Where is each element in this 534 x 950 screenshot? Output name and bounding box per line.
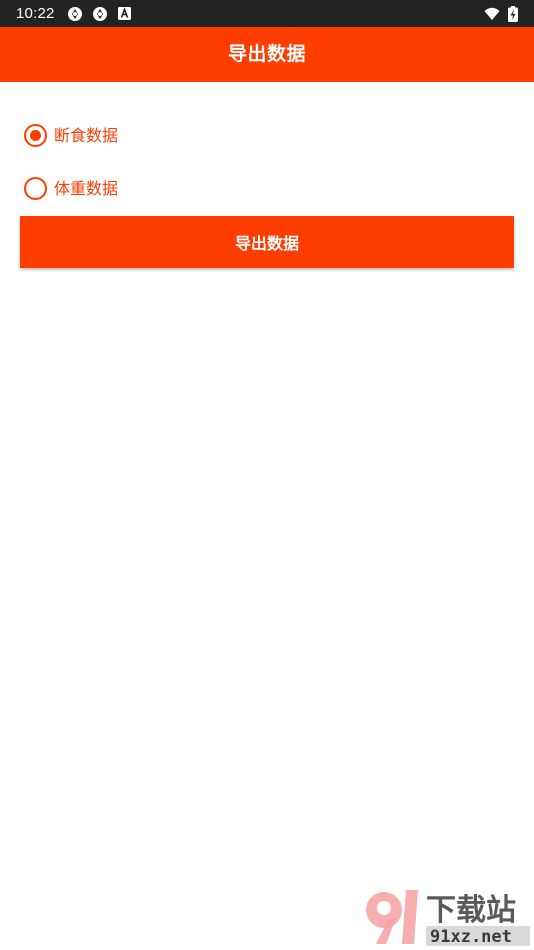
export-data-button[interactable]: 导出数据 bbox=[20, 216, 514, 268]
radio-option-weight-data[interactable]: 体重数据 bbox=[22, 174, 322, 204]
a-badge-icon bbox=[118, 7, 131, 20]
radio-button-selected[interactable] bbox=[24, 124, 47, 147]
watermark-brand: 下载站 bbox=[426, 893, 516, 928]
wifi-icon bbox=[484, 6, 500, 22]
page-title: 导出数据 bbox=[227, 43, 306, 65]
watermark-logo: 下载站 91xz.net bbox=[362, 884, 532, 948]
status-time: 10:22 bbox=[16, 5, 55, 22]
battery-charging-icon bbox=[508, 6, 518, 22]
app-bar: 导出数据 bbox=[0, 27, 534, 82]
radio-label: 断食数据 bbox=[54, 126, 119, 145]
radio-dot bbox=[30, 130, 41, 141]
watermark-domain: 91xz.net bbox=[430, 927, 512, 947]
radio-label: 体重数据 bbox=[54, 179, 119, 198]
sync-icon bbox=[67, 6, 83, 22]
sync-icon bbox=[92, 6, 108, 22]
radio-button-unselected[interactable] bbox=[24, 177, 47, 200]
radio-option-fasting-data[interactable]: 断食数据 bbox=[22, 121, 322, 151]
status-bar: 10:22 bbox=[0, 0, 534, 27]
